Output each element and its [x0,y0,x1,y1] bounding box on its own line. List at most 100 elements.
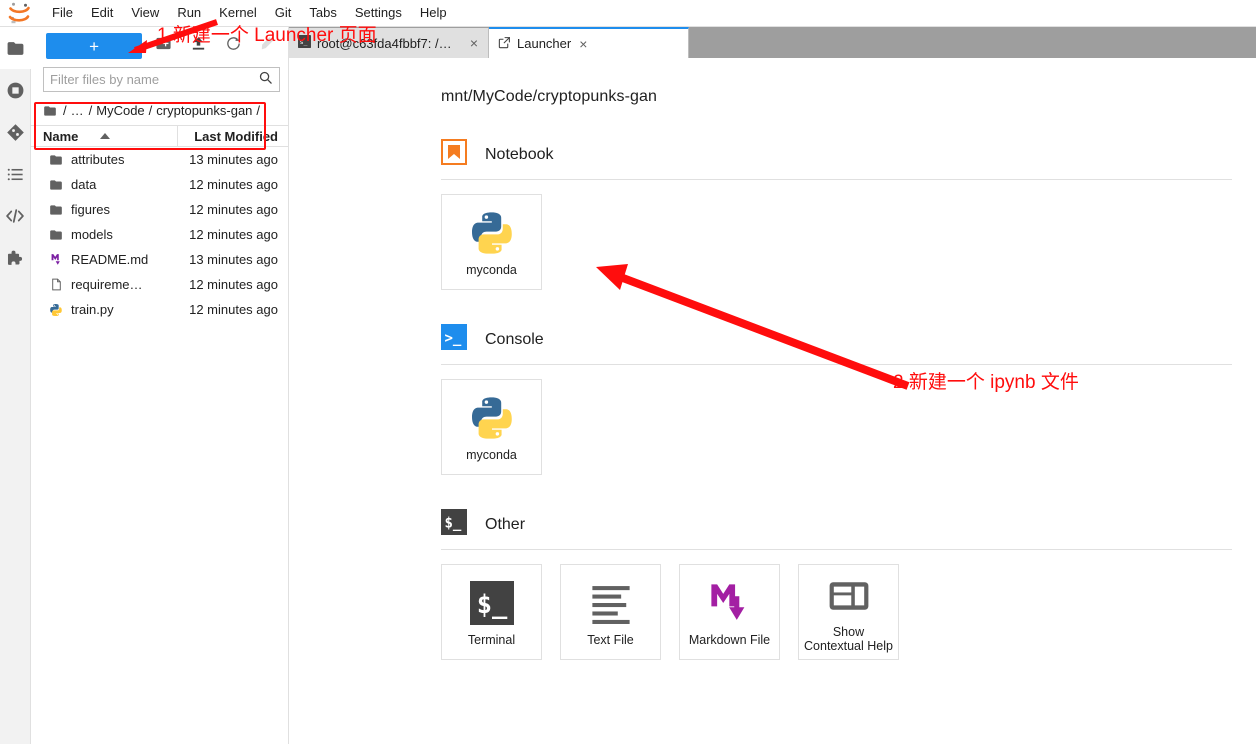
upload-button[interactable] [185,33,212,59]
section-title-console: Console [485,330,544,348]
menu-help[interactable]: Help [411,2,456,24]
tab-terminal[interactable]: s_ root@c63fda4fbbf7: /mnt/M × [289,28,489,58]
menu-file[interactable]: File [43,2,82,24]
sidebar-item-toc[interactable] [0,153,31,195]
section-title-other: Other [485,515,526,533]
folder-icon [43,228,69,242]
list-item[interactable]: models 12 minutes ago [31,222,288,247]
list-item[interactable]: requireme… 12 minutes ago [31,272,288,297]
section-header-other: $_ Other [441,509,1232,540]
main-dock-area: s_ root@c63fda4fbbf7: /mnt/M × Launcher … [289,27,1256,744]
jupyter-logo-icon [5,1,35,25]
tab-launcher[interactable]: Launcher × [489,27,689,58]
sidebar-item-git[interactable] [0,111,31,153]
section-divider [441,549,1232,550]
close-icon[interactable]: × [577,37,589,51]
column-header-last-modified[interactable]: Last Modified [178,126,288,146]
menu-kernel[interactable]: Kernel [210,2,266,24]
python-logo-icon [468,392,516,444]
menu-git[interactable]: Git [266,2,301,24]
file-browser-toolbar: + [31,27,288,65]
jupyterlab-window: File Edit View Run Kernel Git Tabs Setti… [0,0,1256,744]
breadcrumb-separator-0: / [63,103,67,118]
folder-icon [43,203,69,217]
section-divider [441,179,1232,180]
list-item[interactable]: README.md 13 minutes ago [31,247,288,272]
markdown-icon [708,577,752,629]
breadcrumb-item-mycode[interactable]: MyCode [96,101,144,120]
breadcrumb: / … / MyCode / cryptopunks-gan / [31,96,288,125]
new-folder-button[interactable] [150,33,177,59]
list-item[interactable]: attributes 13 minutes ago [31,147,288,172]
text-file-icon [43,277,69,292]
upload-icon [190,35,207,57]
new-checkpoint-icon [260,35,277,57]
contextual-help-icon [828,571,870,621]
git-diamond-icon [6,123,25,142]
menu-tabs[interactable]: Tabs [300,2,345,24]
launcher-card-console-myconda[interactable]: myconda [441,379,542,475]
refresh-icon [225,35,242,57]
launcher-card-text-file[interactable]: Text File [560,564,661,660]
breadcrumb-home-icon[interactable] [43,104,57,118]
new-checkpoint-button[interactable] [255,33,282,59]
launcher-card-markdown-file[interactable]: Markdown File [679,564,780,660]
menu-settings[interactable]: Settings [346,2,411,24]
launcher-card-label: Text File [587,633,634,647]
sidebar-item-debugger[interactable] [0,195,31,237]
search-input[interactable] [50,72,258,87]
list-item[interactable]: train.py 12 minutes ago [31,297,288,322]
folder-icon [43,178,69,192]
console-prompt-icon: >_ [441,324,467,355]
code-brackets-icon [5,206,25,226]
section-title-notebook: Notebook [485,145,554,163]
breadcrumb-item-ellipsis[interactable]: … [71,101,85,120]
file-list-header: Name Last Modified [31,125,288,147]
filter-files-box[interactable] [43,67,280,92]
launcher-card-label: Show Contextual Help [804,625,893,653]
breadcrumb-separator-3: / [256,103,261,118]
stop-circle-icon [6,81,25,100]
markdown-icon [43,252,69,267]
launcher-icon [498,36,511,52]
file-modified: 13 minutes ago [189,252,278,267]
file-name: README.md [71,252,149,267]
notebook-bookmark-icon [441,139,467,170]
breadcrumb-item-cryptopunks-gan[interactable]: cryptopunks-gan [156,101,252,120]
menu-view[interactable]: View [122,2,168,24]
launcher-card-label: myconda [466,448,517,462]
launcher-card-terminal[interactable]: $_ Terminal [441,564,542,660]
list-item[interactable]: data 12 minutes ago [31,172,288,197]
menu-run[interactable]: Run [168,2,210,24]
section-divider [441,364,1232,365]
close-icon[interactable]: × [468,36,480,50]
puzzle-piece-icon [6,249,25,268]
file-name: figures [71,202,111,217]
sidebar-item-running[interactable] [0,69,31,111]
launcher-current-path: mnt/MyCode/cryptopunks-gan [441,88,658,105]
file-modified: 12 minutes ago [189,277,278,292]
launcher-card-label: Markdown File [688,633,771,647]
file-name: models [71,227,113,242]
launcher-card-notebook-myconda[interactable]: myconda [441,194,542,290]
tab-bar: s_ root@c63fda4fbbf7: /mnt/M × Launcher … [289,27,1256,58]
file-name: attributes [71,152,125,167]
launcher-card-show-contextual-help[interactable]: Show Contextual Help [798,564,899,660]
svg-text:$_: $_ [476,589,507,619]
sidebar-item-file-browser[interactable] [0,27,31,69]
new-launcher-button[interactable]: + [46,33,143,59]
section-header-console: >_ Console [441,324,1232,355]
menu-edit[interactable]: Edit [82,2,122,24]
sidebar-item-extension-manager[interactable] [0,237,31,279]
list-item[interactable]: figures 12 minutes ago [31,197,288,222]
file-modified: 12 minutes ago [189,202,278,217]
sort-ascending-icon [100,133,111,139]
tab-terminal-label: root@c63fda4fbbf7: /mnt/M [317,35,462,51]
terminal-icon: s_ [298,35,311,51]
file-name: requireme… [71,277,143,292]
column-header-name[interactable]: Name [31,126,178,146]
svg-text:>_: >_ [445,331,462,347]
refresh-button[interactable] [220,33,247,59]
file-modified: 12 minutes ago [189,177,278,192]
launcher-card-label: myconda [466,263,517,277]
